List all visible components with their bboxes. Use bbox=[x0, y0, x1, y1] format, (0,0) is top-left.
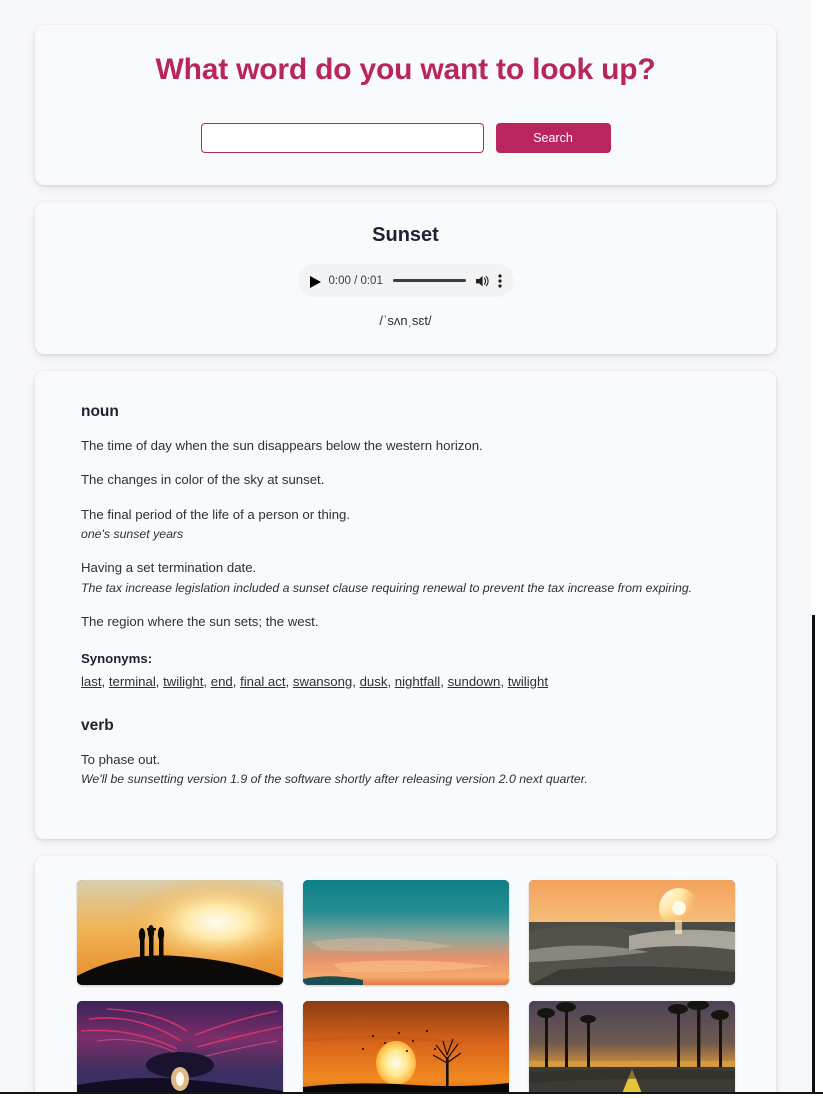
phonetic-transcription: /ˈsʌnˌsɛt/ bbox=[379, 313, 432, 328]
definitions-card: noun The time of day when the sun disapp… bbox=[35, 371, 776, 839]
synonym-link[interactable]: sundown bbox=[448, 674, 501, 689]
image-thumbnail[interactable] bbox=[302, 879, 509, 985]
synonym-link[interactable]: nightfall bbox=[395, 674, 440, 689]
synonym-link[interactable]: final act bbox=[240, 674, 285, 689]
image-thumbnail[interactable] bbox=[302, 1000, 509, 1092]
definition-text: The changes in color of the sky at sunse… bbox=[81, 472, 325, 488]
audio-player-wrapper: 0:00 / 0:01 bbox=[65, 264, 746, 297]
definition-text: The region where the sun sets; the west. bbox=[81, 614, 319, 630]
search-form: Search bbox=[65, 123, 746, 153]
definition-example: one's sunset years bbox=[81, 527, 184, 542]
page: What word do you want to look up? Search… bbox=[0, 0, 811, 1092]
synonym-link[interactable]: dusk bbox=[360, 674, 388, 689]
word-title: Sunset bbox=[372, 224, 439, 246]
page-title: What word do you want to look up? bbox=[155, 53, 656, 86]
word-card: Sunset 0:00 / 0:01 /ˈsʌnˌsɛt/ bbox=[35, 202, 776, 354]
part-of-speech-label: noun bbox=[81, 403, 119, 420]
search-card: What word do you want to look up? Search bbox=[35, 25, 776, 185]
search-input[interactable] bbox=[200, 123, 484, 153]
definition-text: To phase out. bbox=[81, 752, 161, 768]
synonym-link[interactable]: swansong bbox=[293, 674, 352, 689]
synonym-link[interactable]: end bbox=[211, 674, 233, 689]
definition-example: The tax increase legislation included a … bbox=[81, 580, 693, 595]
synonyms-label: Synonyms: bbox=[81, 650, 153, 666]
definition-text: Having a set termination date. bbox=[81, 560, 257, 576]
window-bottom-edge bbox=[0, 1092, 823, 1098]
image-thumbnail[interactable] bbox=[76, 879, 283, 985]
play-icon[interactable] bbox=[309, 275, 321, 288]
synonym-link[interactable]: twilight bbox=[163, 674, 203, 689]
audio-player[interactable]: 0:00 / 0:01 bbox=[297, 264, 514, 297]
synonym-link[interactable]: terminal bbox=[109, 674, 156, 689]
audio-time-display: 0:00 / 0:01 bbox=[328, 274, 383, 287]
image-thumbnail[interactable] bbox=[76, 1000, 283, 1092]
entry-verb: verb To phase out. We'll be sunsetting v… bbox=[81, 717, 730, 788]
image-thumbnail[interactable] bbox=[528, 1000, 735, 1092]
synonyms-list: last, terminal, twilight, end, final act… bbox=[81, 673, 548, 689]
definition-text: The final period of the life of a person… bbox=[81, 506, 351, 522]
definition-example: We'll be sunsetting version 1.9 of the s… bbox=[81, 772, 588, 787]
synonym-link[interactable]: last bbox=[81, 674, 102, 689]
search-button[interactable]: Search bbox=[495, 123, 611, 153]
definition-text: The time of day when the sun disappears … bbox=[81, 438, 483, 453]
scrollbar-thumb[interactable] bbox=[812, 615, 815, 1092]
more-options-icon[interactable] bbox=[497, 273, 502, 288]
part-of-speech-label: verb bbox=[81, 717, 114, 735]
synonym-link[interactable]: twilight bbox=[508, 674, 548, 689]
audio-progress-bar[interactable] bbox=[392, 279, 466, 282]
entry-noun: noun The time of day when the sun disapp… bbox=[81, 403, 730, 691]
images-card bbox=[35, 855, 776, 1092]
image-thumbnail[interactable] bbox=[528, 879, 735, 985]
image-grid bbox=[65, 879, 746, 1092]
volume-icon[interactable] bbox=[475, 274, 490, 287]
page-content: What word do you want to look up? Search… bbox=[0, 0, 811, 1092]
